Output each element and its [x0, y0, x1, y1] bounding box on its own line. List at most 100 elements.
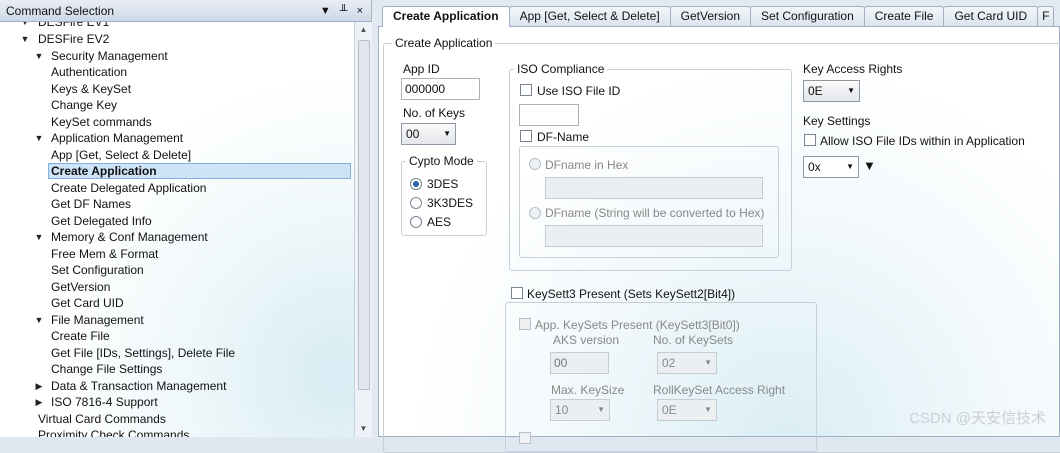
key-access-rights-select[interactable]: 0E ▼: [803, 80, 860, 102]
key-access-rights-label: Key Access Rights: [803, 62, 903, 76]
dfname-string-radio[interactable]: [529, 207, 541, 219]
chevron-down-icon: ▼: [846, 162, 854, 171]
scroll-down-icon[interactable]: ▼: [355, 421, 372, 437]
expand-triangle-icon[interactable]: ▼: [34, 312, 44, 329]
tree-item[interactable]: Authentication: [0, 64, 354, 81]
panel-close-icon[interactable]: ×: [357, 0, 363, 22]
iso-file-id-input[interactable]: [519, 104, 579, 126]
max-keysize-select[interactable]: 10 ▼: [550, 399, 610, 421]
expand-triangle-icon[interactable]: ▼: [34, 130, 44, 147]
tree-item-label: Data & Transaction Management: [51, 378, 227, 393]
tree-item[interactable]: Get DF Names: [0, 196, 354, 213]
key-settings-select[interactable]: 0x ▼: [803, 156, 859, 178]
rollkeyset-select[interactable]: 0E ▼: [657, 399, 717, 421]
tree-item[interactable]: Get Delegated Info: [0, 213, 354, 230]
tree-item[interactable]: Get Card UID: [0, 295, 354, 312]
keysett3-present-label: KeySett3 Present (Sets KeySett2[Bit4]): [527, 287, 736, 301]
command-tree: ▼ DESFire EV1 ▼ DESFire EV2 ▼ Security Manage…: [0, 22, 354, 437]
command-tabs: Create Application App [Get, Select & De…: [382, 6, 1055, 27]
tree-scrollbar[interactable]: ▲ ▼: [354, 22, 372, 437]
num-keys-select[interactable]: 00 ▼: [401, 123, 456, 145]
tree-item[interactable]: Proximity Check Commands: [0, 427, 354, 437]
scroll-up-icon[interactable]: ▲: [355, 22, 372, 38]
tree-item[interactable]: KeySet commands: [0, 114, 354, 131]
command-selection-panel: Command Selection ▼ ╨ × ▼ DESFire EV1 ▼ DES…: [0, 0, 372, 437]
key-settings-label: Key Settings: [803, 114, 871, 128]
dfname-string-label: DFname (String will be converted to Hex): [545, 206, 765, 220]
tree-item[interactable]: ▼ DESFire EV1: [0, 22, 354, 31]
tree-item[interactable]: ▼ Security Management: [0, 48, 354, 65]
df-name-checkbox[interactable]: [520, 130, 532, 142]
num-keysets-select[interactable]: 02 ▼: [657, 352, 717, 374]
collapse-triangle-icon[interactable]: ▶: [34, 378, 44, 395]
dfname-hex-input[interactable]: [545, 177, 763, 199]
dfname-string-input[interactable]: [545, 225, 763, 247]
tab-app-get-select-delete[interactable]: App [Get, Select & Delete]: [508, 6, 671, 26]
tree-item[interactable]: ▶ ISO 7816-4 Support: [0, 394, 354, 411]
tree-item-label: Free Mem & Format: [51, 246, 159, 261]
tree-item[interactable]: Keys & KeySet: [0, 81, 354, 98]
scrollbar-thumb[interactable]: [358, 40, 370, 390]
tree-item[interactable]: Create File: [0, 328, 354, 345]
keysett3-present-checkbox[interactable]: [511, 287, 523, 299]
tree-item[interactable]: ▼ Memory & Conf Management: [0, 229, 354, 246]
tab-create-file[interactable]: Create File: [863, 6, 945, 26]
panel-menu-dropdown-icon[interactable]: ▼: [320, 0, 331, 22]
tree-item-label: File Management: [51, 312, 144, 327]
tree-item-label: Get File [IDs, Settings], Delete File: [51, 345, 236, 360]
tree-item[interactable]: ▶ Data & Transaction Management: [0, 378, 354, 395]
aks-version-input[interactable]: 00: [550, 352, 609, 374]
app-id-label: App ID: [403, 62, 440, 76]
tab-getversion[interactable]: GetVersion: [669, 6, 752, 26]
expand-triangle-icon[interactable]: ▼: [34, 48, 44, 65]
crypto-3k3des-label: 3K3DES: [427, 196, 474, 210]
tree-item[interactable]: GetVersion: [0, 279, 354, 296]
tree-item[interactable]: Free Mem & Format: [0, 246, 354, 263]
tree-item[interactable]: Create Application: [0, 163, 354, 180]
dfname-hex-radio[interactable]: [529, 158, 541, 170]
app-keysets-present-checkbox[interactable]: [519, 318, 531, 330]
create-application-content: Create Application App ID 000000 No. of …: [378, 26, 1060, 453]
tree-item[interactable]: App [Get, Select & Delete]: [0, 147, 354, 164]
tab-set-configuration[interactable]: Set Configuration: [750, 6, 865, 26]
expand-triangle-icon[interactable]: ▼: [20, 31, 30, 48]
tree-item-label: Create File: [51, 329, 110, 343]
chevron-down-icon: ▼: [704, 405, 712, 414]
tree-item[interactable]: Change File Settings: [0, 361, 354, 378]
main-panel: Create Application App [Get, Select & De…: [372, 0, 1060, 453]
tab-overflow[interactable]: F: [1037, 6, 1055, 26]
tree-item[interactable]: Virtual Card Commands: [0, 411, 354, 428]
crypto-3des-radio[interactable]: [410, 178, 422, 190]
panel-title: Command Selection: [6, 4, 115, 18]
tree-item[interactable]: Get File [IDs, Settings], Delete File: [0, 345, 354, 362]
crypto-3k3des-radio[interactable]: [410, 197, 422, 209]
tree-item[interactable]: ▼ DESFire EV2: [0, 31, 354, 48]
crypto-aes-radio[interactable]: [410, 216, 422, 228]
use-iso-file-id-checkbox[interactable]: [520, 84, 532, 96]
collapse-triangle-icon[interactable]: ▶: [34, 394, 44, 411]
tree-item[interactable]: ▼ Application Management: [0, 130, 354, 147]
expand-arrow-icon[interactable]: ▼: [863, 158, 876, 173]
aks-version-label: AKS version: [553, 333, 620, 347]
tree-item[interactable]: Create Delegated Application: [0, 180, 354, 197]
use-iso-file-id-label: Use ISO File ID: [537, 84, 621, 98]
chevron-down-icon: ▼: [443, 129, 451, 138]
tab-get-card-uid[interactable]: Get Card UID: [943, 6, 1039, 26]
tree-item[interactable]: Change Key: [0, 97, 354, 114]
next-option-checkbox[interactable]: [519, 432, 531, 444]
allow-iso-file-ids-checkbox[interactable]: [804, 134, 816, 146]
num-keysets-label: No. of KeySets: [653, 333, 734, 347]
tab-create-application[interactable]: Create Application: [382, 6, 510, 27]
allow-iso-file-ids-label: Allow ISO File IDs within in Application: [820, 134, 1025, 148]
tree-item[interactable]: ▼ File Management: [0, 312, 354, 329]
tree-item-label: Virtual Card Commands: [38, 411, 166, 426]
chevron-down-icon: ▼: [597, 405, 605, 414]
expand-triangle-icon[interactable]: ▼: [34, 229, 44, 246]
watermark: CSDN @天安信技术: [909, 410, 1046, 427]
key-access-rights-value: 0E: [808, 84, 823, 98]
app-id-input[interactable]: 000000: [401, 78, 480, 100]
panel-pin-icon[interactable]: ╨: [340, 0, 348, 22]
iso-compliance-title: ISO Compliance: [514, 62, 608, 76]
tree-item[interactable]: Set Configuration: [0, 262, 354, 279]
crypto-aes-label: AES: [427, 215, 452, 229]
